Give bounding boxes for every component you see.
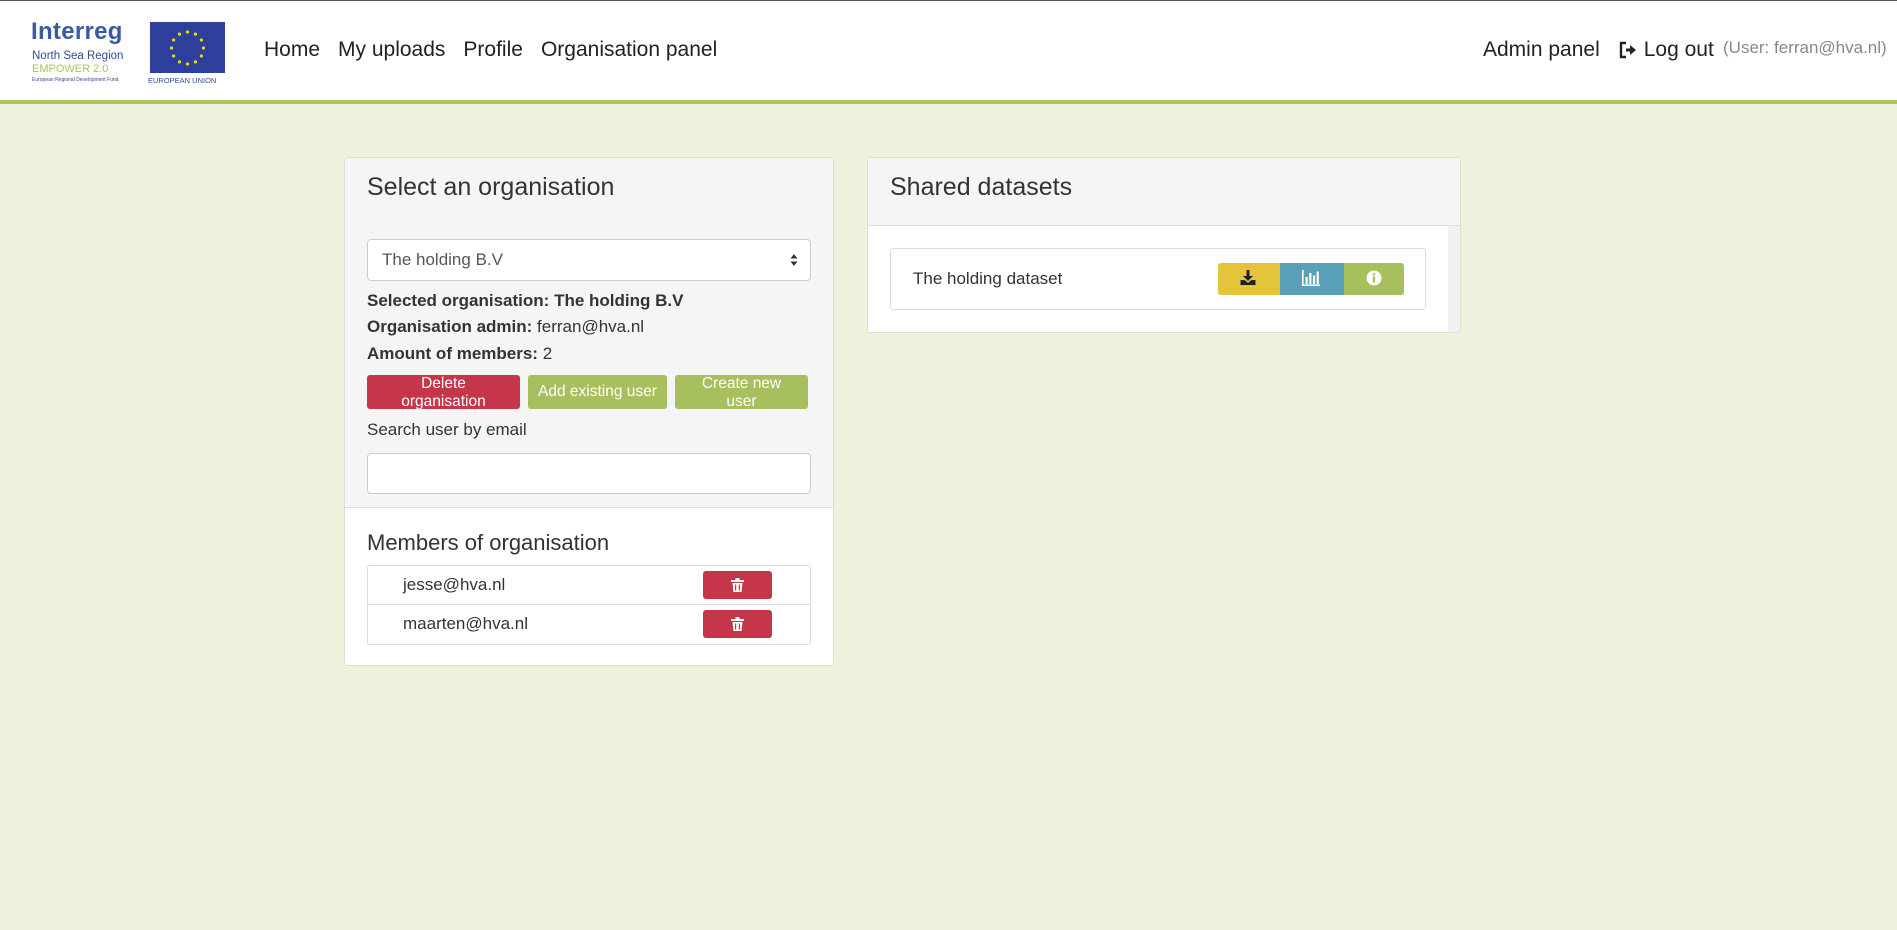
member-email: jesse@hva.nl [403,575,506,594]
members-count-label: Amount of members: [367,344,538,363]
members-count-value: 2 [542,344,553,363]
eu-flag-icon [150,22,225,73]
dataset-item: The holding dataset [890,248,1426,310]
organisation-panel: Select an organisation The holding B.V S… [344,157,834,666]
members-count-info: Amount of members: 2 [367,344,552,364]
download-dataset-button[interactable] [1218,263,1280,295]
main-nav: Home My uploads Profile Organisation pan… [264,38,735,62]
bar-chart-icon [1302,270,1320,286]
organisation-select[interactable]: The holding B.V [367,239,811,281]
shared-datasets-header: Shared datasets [868,158,1460,226]
download-icon [1240,270,1256,285]
dataset-info-button[interactable] [1344,263,1404,295]
logo-fund: European Regional Development Fund [32,77,119,83]
logo-text-block: Interreg North Sea Region EMPOWER 2.0 Eu… [30,18,146,86]
delete-organisation-button[interactable]: Delete organisation [367,375,520,410]
create-new-user-button[interactable]: Create new user [675,375,808,410]
organisation-admin-label: Organisation admin: [367,317,533,336]
member-email: maarten@hva.nl [403,614,528,633]
current-user-label: (User: ferran@hva.nl) [1723,38,1887,57]
right-nav: Admin panel Log out [1483,38,1732,62]
dataset-name: The holding dataset [913,269,1063,288]
logo-region: North Sea Region [32,50,124,62]
member-row: maarten@hva.nl [368,605,810,644]
info-circle-icon [1366,270,1382,286]
select-organisation-title: Select an organisation [367,173,615,201]
nav-home[interactable]: Home [264,38,320,62]
remove-member-button[interactable] [703,571,772,599]
datasets-scrollbar[interactable] [1448,226,1460,332]
shared-datasets-panel: Shared datasets The holding dataset [867,157,1461,333]
organisation-select-value: The holding B.V [382,250,503,269]
selected-organisation-label: Selected organisation: [367,291,550,310]
selected-organisation-info: Selected organisation: The holding B.V [367,291,683,311]
organisation-admin-value: ferran@hva.nl [537,317,645,336]
remove-member-button[interactable] [703,610,772,638]
visualise-dataset-button[interactable] [1280,263,1344,295]
logout-label: Log out [1643,38,1714,61]
member-row: jesse@hva.nl [368,566,810,605]
dataset-actions [1218,263,1404,295]
top-navbar: Interreg North Sea Region EMPOWER 2.0 Eu… [0,0,1897,104]
logo-project: EMPOWER 2.0 [32,63,109,75]
search-user-label: Search user by email [367,420,527,439]
add-existing-user-button[interactable]: Add existing user [528,375,667,409]
nav-organisation-panel[interactable]: Organisation panel [541,38,717,62]
nav-profile[interactable]: Profile [463,38,523,62]
selected-organisation-value: The holding B.V [554,291,684,310]
logout-link[interactable]: Log out [1618,38,1714,62]
sign-out-icon [1619,41,1636,59]
logo-title: Interreg [31,18,123,45]
members-list: jesse@hva.nl maarten@hva.nl [367,565,811,645]
interreg-logo[interactable]: Interreg North Sea Region EMPOWER 2.0 Eu… [30,18,226,86]
organisation-admin-info: Organisation admin: ferran@hva.nl [367,317,644,337]
logo-eu-label: EUROPEAN UNION [148,76,217,85]
members-title: Members of organisation [367,530,610,555]
search-user-input[interactable] [367,453,811,494]
shared-datasets-title: Shared datasets [890,173,1073,201]
sort-arrows-icon [790,254,798,266]
nav-admin-panel[interactable]: Admin panel [1483,38,1600,62]
organisation-panel-header: Select an organisation The holding B.V S… [345,158,833,508]
nav-my-uploads[interactable]: My uploads [338,38,445,62]
trash-icon [731,617,744,631]
trash-icon [731,578,744,592]
